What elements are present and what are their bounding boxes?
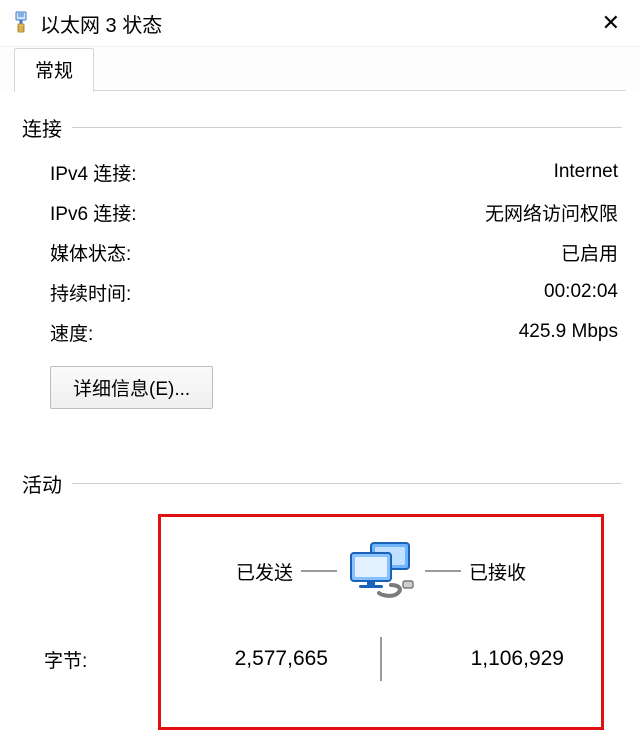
details-button[interactable]: 详细信息(E)...: [50, 366, 213, 409]
section-activity: 活动 已发送: [22, 469, 622, 692]
bytes-recv-value: 1,106,929: [394, 647, 604, 671]
row-duration: 持续时间: 00:02:04: [50, 272, 618, 312]
activity-area: 已发送: [44, 516, 604, 692]
tab-general[interactable]: 常规: [14, 48, 94, 92]
dash-left: [301, 570, 337, 572]
section-rule: [72, 483, 622, 484]
section-connection-label: 连接: [22, 113, 62, 142]
close-icon[interactable]: ✕: [596, 8, 626, 38]
duration-label: 持续时间:: [50, 279, 131, 306]
ipv6-label: IPv6 连接:: [50, 199, 137, 226]
ipv4-value: Internet: [554, 161, 618, 183]
vertical-bar: [380, 637, 382, 681]
section-activity-label: 活动: [22, 469, 62, 498]
row-media: 媒体状态: 已启用: [50, 232, 618, 272]
row-ipv6: IPv6 连接: 无网络访问权限: [50, 192, 618, 232]
network-adapter-icon: [10, 9, 32, 37]
section-rule: [72, 127, 622, 128]
bytes-label: 字节:: [44, 646, 158, 673]
window-title: 以太网 3 状态: [40, 9, 596, 38]
duration-value: 00:02:04: [544, 281, 618, 303]
activity-row-bytes: 字节: 2,577,665 1,106,929: [44, 626, 604, 692]
media-value: 已启用: [561, 239, 618, 266]
section-connection: 连接 IPv4 连接: Internet IPv6 连接: 无网络访问权限 媒体…: [22, 113, 622, 409]
titlebar: 以太网 3 状态 ✕: [0, 0, 640, 46]
activity-row-labels: 已发送: [44, 516, 604, 626]
ipv4-label: IPv4 连接:: [50, 159, 137, 186]
computers-icon: [345, 541, 417, 601]
row-ipv4: IPv4 连接: Internet: [50, 152, 618, 192]
row-speed: 速度: 425.9 Mbps: [50, 312, 618, 352]
tab-baseline: [94, 53, 626, 91]
bytes-sent-value: 2,577,665: [158, 647, 368, 671]
speed-label: 速度:: [50, 319, 93, 346]
sent-label: 已发送: [158, 558, 301, 585]
ipv6-value: 无网络访问权限: [485, 199, 618, 226]
connection-properties: IPv4 连接: Internet IPv6 连接: 无网络访问权限 媒体状态:…: [22, 152, 622, 352]
dash-right: [425, 570, 461, 572]
recv-label: 已接收: [461, 558, 604, 585]
activity-center: [301, 541, 461, 601]
speed-value: 425.9 Mbps: [519, 321, 618, 343]
media-label: 媒体状态:: [50, 239, 131, 266]
tab-strip: 常规: [0, 47, 640, 91]
